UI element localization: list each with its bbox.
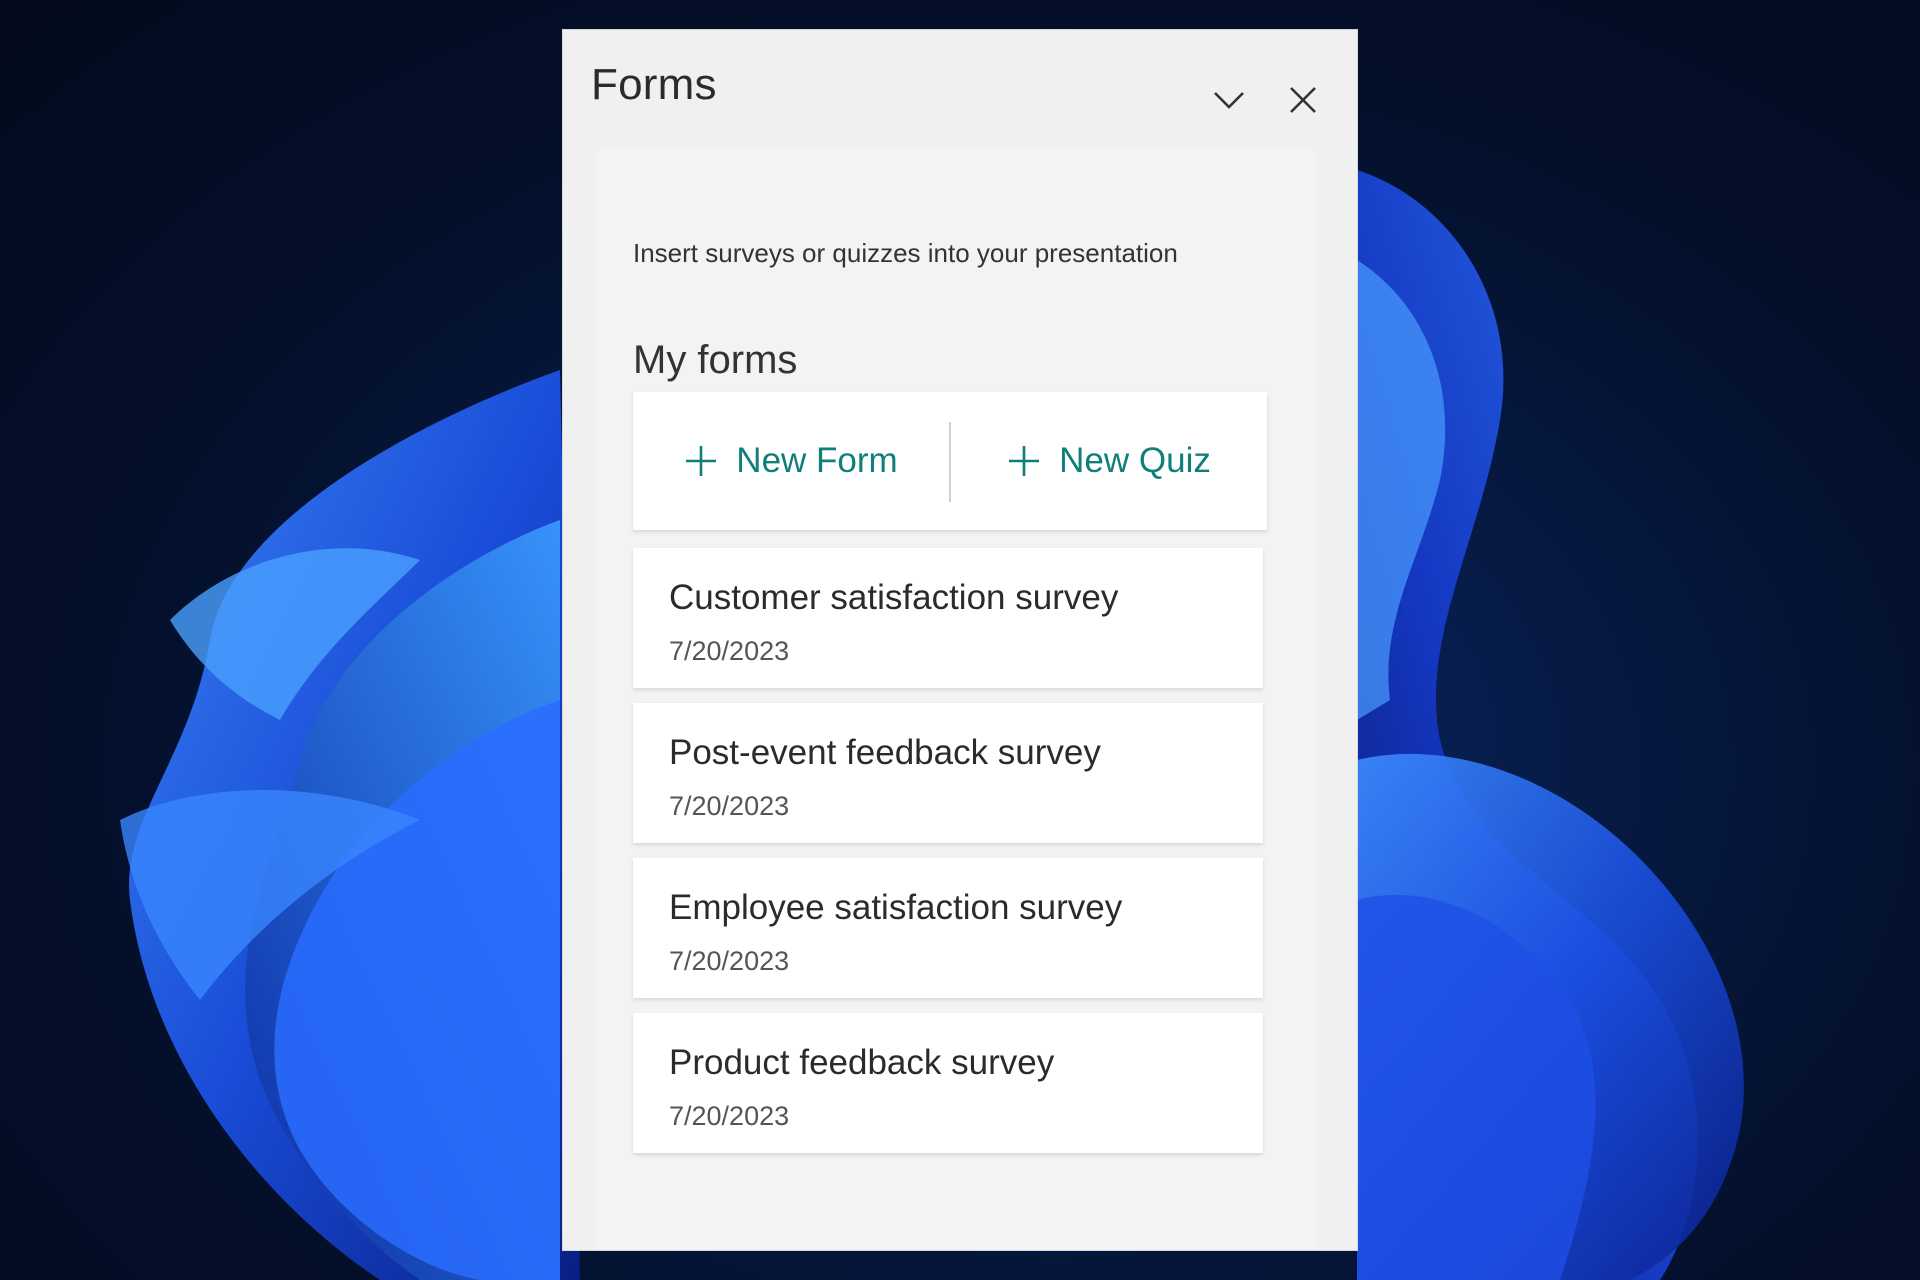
section-title-my-forms: My forms xyxy=(633,338,798,382)
pane-header: Forms xyxy=(563,30,1357,150)
form-name: Post-event feedback survey xyxy=(669,733,1101,772)
new-quiz-button[interactable]: New Quiz xyxy=(951,392,1267,530)
forms-task-pane: Forms Insert surveys or quizzes into you… xyxy=(563,30,1357,1250)
plus-icon xyxy=(686,446,717,476)
form-date: 7/20/2023 xyxy=(669,946,790,976)
chevron-down-icon xyxy=(1214,92,1244,109)
form-card[interactable]: Customer satisfaction survey 7/20/2023 xyxy=(633,548,1263,688)
form-date: 7/20/2023 xyxy=(669,1101,790,1131)
form-date: 7/20/2023 xyxy=(669,791,790,821)
form-name: Employee satisfaction survey xyxy=(669,888,1123,927)
close-icon xyxy=(1290,87,1316,113)
form-name: Customer satisfaction survey xyxy=(669,578,1119,617)
new-form-button[interactable]: New Form xyxy=(633,392,949,530)
new-quiz-label: New Quiz xyxy=(1059,441,1211,480)
pane-title: Forms xyxy=(591,60,717,109)
form-card[interactable]: Product feedback survey 7/20/2023 xyxy=(633,1013,1263,1153)
new-form-label: New Form xyxy=(736,441,898,480)
desktop-background: Forms Insert surveys or quizzes into you… xyxy=(0,0,1920,1280)
form-name: Product feedback survey xyxy=(669,1043,1055,1082)
pane-body: Insert surveys or quizzes into your pres… xyxy=(597,148,1315,1250)
intro-text: Insert surveys or quizzes into your pres… xyxy=(633,238,1178,268)
close-button[interactable] xyxy=(1281,78,1325,122)
collapse-button[interactable] xyxy=(1207,78,1251,122)
form-date: 7/20/2023 xyxy=(669,636,790,666)
plus-icon xyxy=(1009,446,1040,476)
form-card[interactable]: Employee satisfaction survey 7/20/2023 xyxy=(633,858,1263,998)
form-card[interactable]: Post-event feedback survey 7/20/2023 xyxy=(633,703,1263,843)
new-actions-card: New Form New Quiz xyxy=(633,392,1267,530)
